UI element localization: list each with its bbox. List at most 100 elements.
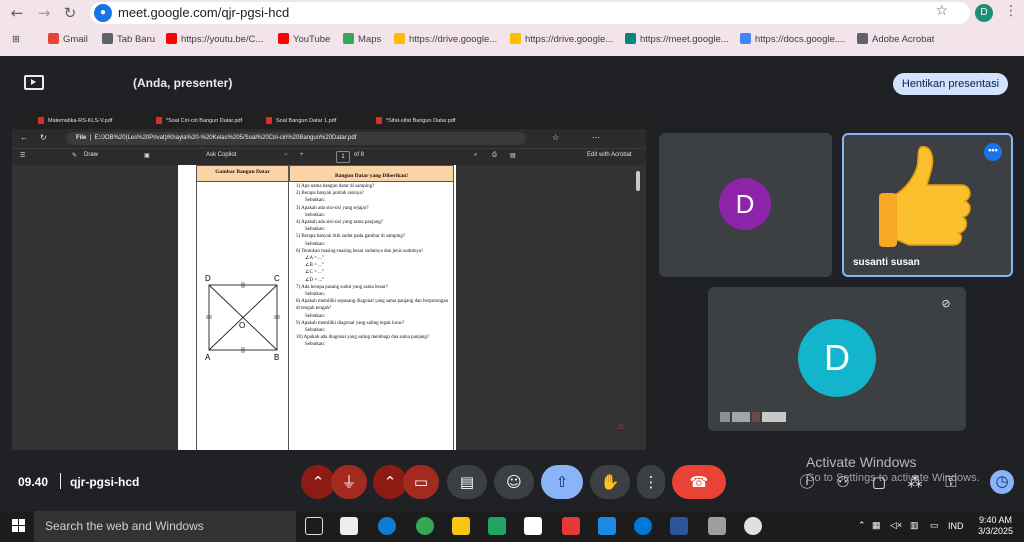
present-now-button[interactable]: ⇧: [541, 465, 583, 499]
camera-off-button[interactable]: ▭: [403, 465, 439, 499]
participant-tile-d-purple[interactable]: D: [659, 133, 832, 277]
bookmark-label: https://meet.google...: [640, 34, 729, 45]
battery-icon[interactable]: ▭: [930, 520, 939, 531]
activities-icon[interactable]: ⁂: [904, 471, 926, 493]
bookmark-item[interactable]: https://docs.google....: [740, 30, 845, 50]
question-line: Sebutkan:: [305, 313, 325, 319]
bookmark-item[interactable]: https://drive.google...: [510, 30, 613, 50]
apps-grid-icon[interactable]: ⊞: [12, 30, 20, 50]
page-view-icon[interactable]: ▣: [144, 152, 150, 159]
address-bar[interactable]: ● meet.google.com/qjr-pgsi-hcd ☆: [90, 2, 970, 24]
chat-icon[interactable]: ▢: [868, 471, 890, 493]
question-line: Sebutkan:: [305, 241, 325, 247]
video-options-button[interactable]: ⌃: [373, 465, 407, 499]
pdf-tab[interactable]: *Soal Ciri-ciri Bangun Datar.pdf: [152, 114, 242, 128]
task-view-icon[interactable]: [305, 517, 323, 535]
leave-call-button[interactable]: ☎: [672, 465, 726, 499]
page-number-input[interactable]: 1: [336, 151, 350, 163]
browser-menu-icon[interactable]: ⋮: [1004, 3, 1018, 19]
bookmark-item[interactable]: Tab Baru: [102, 30, 155, 50]
reload-icon[interactable]: ↻: [61, 4, 79, 22]
question-line: ∠A = ...°: [305, 256, 324, 262]
bookmark-item[interactable]: Maps: [343, 30, 381, 50]
people-icon[interactable]: ⚇: [832, 471, 854, 493]
excel-icon[interactable]: [488, 517, 506, 535]
participant-options-icon[interactable]: •••: [984, 143, 1002, 161]
host-controls-icon[interactable]: ⚿: [940, 471, 962, 493]
bookmark-item[interactable]: Adobe Acrobat: [857, 30, 934, 50]
pdf-scrollbar[interactable]: [636, 171, 640, 191]
more-options-button[interactable]: ⋮: [637, 465, 665, 499]
draw-icon[interactable]: ✎: [72, 152, 77, 159]
search-icon[interactable]: ⌕: [474, 152, 477, 159]
pdf-tab[interactable]: *Sifat-sifat Bangun Datar.pdf: [372, 114, 455, 128]
pdf-url-field[interactable]: File | E:/JOB%20(Les%20Privat)/Khayla%20…: [66, 132, 526, 145]
raise-hand-button[interactable]: ✋: [590, 465, 630, 499]
question-line: Sebutkan:: [305, 328, 325, 334]
store-icon[interactable]: [340, 517, 358, 535]
profile-avatar[interactable]: D: [975, 4, 993, 22]
meeting-code: qjr-pgsi-hcd: [70, 475, 140, 489]
ask-copilot-button[interactable]: Ask Copilot: [206, 152, 236, 158]
bookmark-item[interactable]: https://meet.google...: [625, 30, 729, 50]
pdf-document-area[interactable]: Gambar Bangun Datar Bangun Datar yang Di…: [12, 165, 646, 450]
app-icon-white[interactable]: [744, 517, 762, 535]
pdf-tab[interactable]: Soal Bangun Datar 1.pdf: [262, 114, 336, 128]
tray-app-icon[interactable]: ▥: [910, 520, 919, 531]
star-icon[interactable]: ☆: [552, 133, 559, 142]
tray-chevron-icon[interactable]: ⌃: [858, 520, 866, 531]
bookmark-item[interactable]: Gmail: [48, 30, 88, 50]
internet-explorer-icon[interactable]: [634, 517, 652, 535]
network-icon[interactable]: ▦: [872, 520, 881, 531]
more-icon[interactable]: ⋯: [592, 133, 600, 142]
edge-icon[interactable]: [378, 517, 396, 535]
start-windows-icon[interactable]: [12, 519, 26, 533]
reactions-button[interactable]: ☺: [494, 465, 534, 499]
forward-icon[interactable]: →: [35, 4, 53, 22]
bookmark-item[interactable]: https://youtu.be/C...: [166, 30, 263, 50]
file-explorer-icon[interactable]: [452, 517, 470, 535]
edit-with-acrobat-button[interactable]: Edit with Acrobat: [587, 152, 632, 158]
participant-tile-susanti[interactable]: ••• susanti susan: [842, 133, 1013, 277]
bookmark-star-icon[interactable]: ☆: [935, 3, 948, 19]
participant-tile-d-teal[interactable]: D ⊘: [708, 287, 966, 431]
word-icon[interactable]: [670, 517, 688, 535]
app-icon-blue[interactable]: [598, 517, 616, 535]
bookmark-label: Tab Baru: [117, 34, 156, 45]
captions-button[interactable]: ▤: [447, 465, 487, 499]
pdf-tab-label: *Sifat-sifat Bangun Datar.pdf: [386, 118, 456, 124]
pdf-tab[interactable]: Matematika-RS-KLS-V.pdf: [34, 114, 112, 128]
print-icon[interactable]: ⎙: [492, 152, 497, 159]
bookmark-item[interactable]: https://drive.google...: [394, 30, 497, 50]
zoom-in-icon[interactable]: +: [300, 152, 304, 158]
mic-site-icon[interactable]: ●: [94, 4, 112, 22]
activate-windows-title: Activate Windows: [806, 454, 917, 470]
taskbar-search[interactable]: Search the web and Windows: [34, 511, 296, 542]
save-icon[interactable]: ▤: [510, 152, 516, 159]
url-text[interactable]: meet.google.com/qjr-pgsi-hcd: [118, 5, 289, 20]
meeting-info-icon[interactable]: ⓘ: [796, 471, 818, 493]
taskbar-clock[interactable]: 9:40 AM 3/3/2025: [978, 515, 1013, 537]
bookmark-item[interactable]: YouTube: [278, 30, 330, 50]
reload-icon[interactable]: ↻: [40, 133, 47, 142]
stop-presenting-button[interactable]: Hentikan presentasi: [893, 73, 1008, 95]
audio-options-button[interactable]: ⌃: [301, 465, 335, 499]
center-o-label: O: [239, 321, 245, 330]
back-icon[interactable]: ←: [8, 4, 26, 22]
app-icon-grey[interactable]: [708, 517, 726, 535]
back-icon[interactable]: ←: [20, 133, 28, 142]
draw-button[interactable]: Draw: [84, 152, 98, 158]
app-icon-red[interactable]: [562, 517, 580, 535]
timer-icon[interactable]: ◷: [990, 470, 1014, 494]
chrome-icon[interactable]: [416, 517, 434, 535]
zoom-out-icon[interactable]: −: [284, 152, 288, 158]
menu-icon[interactable]: ☰: [20, 152, 25, 159]
pdf-tab-label: Matematika-RS-KLS-V.pdf: [48, 118, 113, 124]
paint-icon[interactable]: [524, 517, 542, 535]
volume-icon[interactable]: ◁×: [890, 520, 902, 531]
header-left: Gambar Bangun Datar: [196, 165, 289, 182]
acrobat-icon[interactable]: ⌂: [618, 421, 624, 432]
mic-off-button[interactable]: ⏚: [331, 465, 367, 499]
language-indicator[interactable]: IND: [948, 521, 964, 531]
pdf-toolbar: ☰ ✎ Draw ▣ Ask Copilot − + 1 of 8 ⌕ ⎙ ▤ …: [12, 148, 646, 165]
